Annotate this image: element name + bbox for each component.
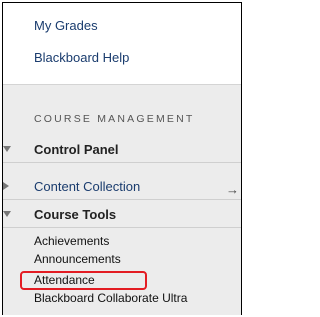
my-grades-link[interactable]: My Grades (34, 18, 98, 33)
blackboard-help-link[interactable]: Blackboard Help (34, 50, 129, 65)
right-arrow-icon[interactable]: → (226, 182, 239, 197)
tool-item-announcements[interactable]: Announcements (34, 252, 121, 266)
content-collection-label[interactable]: Content Collection (34, 179, 140, 194)
course-tools-label: Course Tools (34, 207, 117, 222)
expand-arrow-icon[interactable] (3, 146, 11, 152)
control-panel-row[interactable]: Control Panel (3, 137, 241, 163)
tool-item-achievements[interactable]: Achievements (34, 234, 109, 248)
attendance-highlight-box (20, 271, 147, 290)
course-menu-screenshot: My Grades Blackboard Help COURSE MANAGEM… (0, 0, 246, 317)
course-tools-row[interactable]: Course Tools (3, 202, 241, 228)
expand-arrow-icon[interactable] (3, 211, 11, 217)
tool-item-blackboard-collaborate-ultra[interactable]: Blackboard Collaborate Ultra (34, 291, 187, 305)
content-collection-row[interactable]: Content Collection (3, 174, 241, 200)
control-panel-label: Control Panel (34, 142, 119, 157)
collapsed-arrow-icon[interactable] (3, 182, 9, 190)
course-menu-links (3, 3, 241, 84)
course-management-header: COURSE MANAGEMENT (34, 113, 195, 125)
